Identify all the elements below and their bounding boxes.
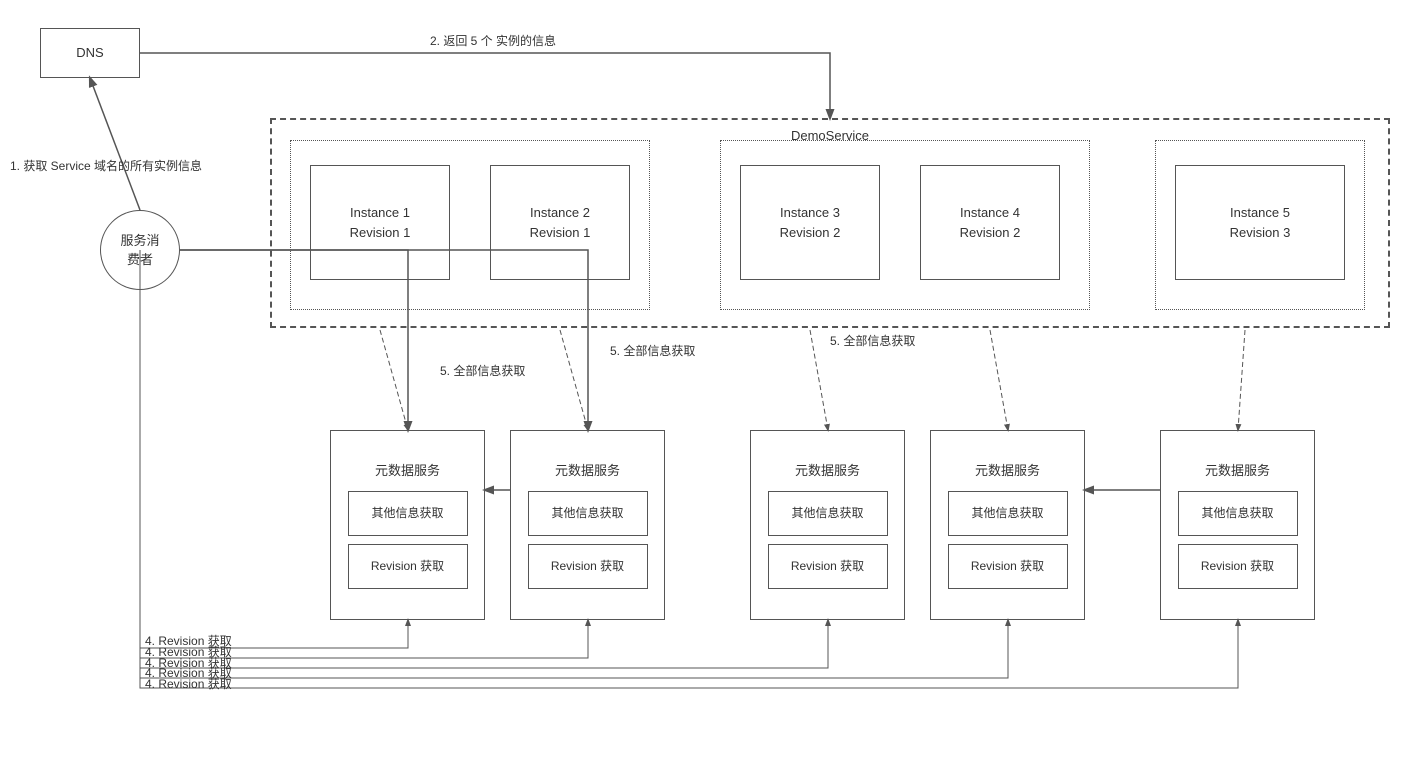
meta-4-sub2-box: Revision 获取 [948,544,1068,589]
step2-label: 2. 返回 5 个 实例的信息 [430,33,556,48]
instance-5: Instance 5 Revision 3 [1175,165,1345,280]
meta-4-sub1: 其他信息获取 [971,504,1043,522]
instance-1-line1: Instance 1 [350,203,410,223]
meta-5-sub1-box: 其他信息获取 [1178,491,1298,536]
meta-3: 元数据服务 其他信息获取 Revision 获取 [750,430,905,620]
meta-1-title: 元数据服务 [375,461,440,481]
meta-5-sub2: Revision 获取 [1201,557,1274,575]
meta-5-sub2-box: Revision 获取 [1178,544,1298,589]
meta-2-sub1-box: 其他信息获取 [528,491,648,536]
meta-4-sub1-box: 其他信息获取 [948,491,1068,536]
instance-5-line1: Instance 5 [1230,203,1290,223]
instance-2: Instance 2 Revision 1 [490,165,630,280]
instance-2-line1: Instance 2 [530,203,590,223]
meta-4-sub2: Revision 获取 [971,557,1044,575]
step1-label: 1. 获取 Service 域名的所有实例信息 [10,158,202,173]
instance-3-line2: Revision 2 [780,223,841,243]
meta-3-sub1-box: 其他信息获取 [768,491,888,536]
meta-1: 元数据服务 其他信息获取 Revision 获取 [330,430,485,620]
meta-5-sub1: 其他信息获取 [1201,504,1273,522]
consumer-circle: 服务消 费者 [100,210,180,290]
instance-3-line1: Instance 3 [780,203,840,223]
instance-1: Instance 1 Revision 1 [310,165,450,280]
meta-4-title: 元数据服务 [975,461,1040,481]
meta-3-sub2-box: Revision 获取 [768,544,888,589]
instance-2-line2: Revision 1 [530,223,591,243]
step5-1-label: 5. 全部信息获取 [610,343,695,358]
step4-2-label: 4. Revision 获取 [145,645,232,659]
instance-5-line2: Revision 3 [1230,223,1291,243]
meta-2-sub2-box: Revision 获取 [528,544,648,589]
meta-2-sub2: Revision 获取 [551,557,624,575]
meta-3-title: 元数据服务 [795,461,860,481]
arrows-overlay: 1. 获取 Service 域名的所有实例信息 2. 返回 5 个 实例的信息 … [0,0,1425,773]
meta-3-sub2: Revision 获取 [791,557,864,575]
meta-5-title: 元数据服务 [1205,461,1270,481]
instance-4-line1: Instance 4 [960,203,1020,223]
meta-5: 元数据服务 其他信息获取 Revision 获取 [1160,430,1315,620]
meta-2: 元数据服务 其他信息获取 Revision 获取 [510,430,665,620]
meta-1-sub1-box: 其他信息获取 [348,491,468,536]
diagram: DNS 服务消 费者 DemoService Instance 1 Revisi… [0,0,1425,773]
meta-1-sub1: 其他信息获取 [371,504,443,522]
meta-2-title: 元数据服务 [555,461,620,481]
meta-1-sub2: Revision 获取 [371,557,444,575]
step4-3-label: 4. Revision 获取 [145,656,232,670]
dns-box: DNS [40,28,140,78]
meta-1-sub2-box: Revision 获取 [348,544,468,589]
consumer-label: 服务消 费者 [120,231,159,270]
dns-label: DNS [76,43,103,63]
meta-2-sub1: 其他信息获取 [551,504,623,522]
meta-3-sub1: 其他信息获取 [791,504,863,522]
meta-4: 元数据服务 其他信息获取 Revision 获取 [930,430,1085,620]
step5-2-label: 5. 全部信息获取 [440,363,525,378]
step4-4-label: 4. Revision 获取 [145,666,232,680]
instance-4-line2: Revision 2 [960,223,1021,243]
instance-4: Instance 4 Revision 2 [920,165,1060,280]
instance-1-line2: Revision 1 [350,223,411,243]
step5-3-label: 5. 全部信息获取 [830,333,915,348]
instance-3: Instance 3 Revision 2 [740,165,880,280]
step4-5-label: 4. Revision 获取 [145,677,232,691]
step4-1-label: 4. Revision 获取 [145,634,232,648]
